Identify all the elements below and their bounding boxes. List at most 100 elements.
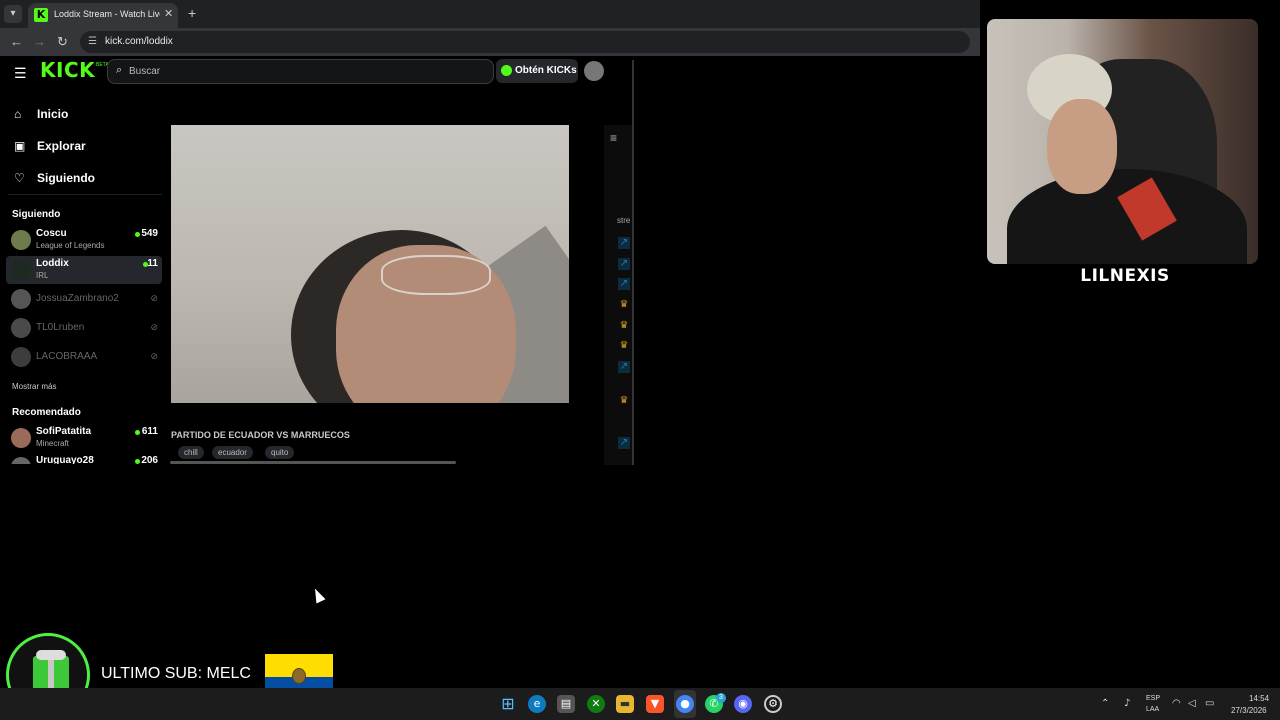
tag-chill[interactable]: chill <box>178 446 204 459</box>
get-kicks-button[interactable]: Obtén KICKs <box>496 59 578 83</box>
last-sub-text: ULTIMO SUB: MELC <box>101 665 251 682</box>
channel-uruguayo28[interactable]: Uruguayo28 206 <box>6 453 162 464</box>
tag-quito[interactable]: quito <box>265 446 295 459</box>
show-more-link[interactable]: Mostrar más <box>12 382 56 391</box>
crown-badge-icon: ♛ <box>619 320 629 331</box>
language-code[interactable]: ESP <box>1146 695 1160 702</box>
channel-name: TL0Lruben <box>36 322 85 333</box>
user-avatar[interactable] <box>584 61 604 81</box>
battery-icon[interactable]: ▭ <box>1205 698 1214 709</box>
kick-header: ☰ KICK BETA ⌕ Obtén KICKs <box>0 56 634 88</box>
close-tab-icon[interactable]: ✕ <box>164 7 173 20</box>
microphone-icon[interactable]: ♪ <box>1124 698 1130 709</box>
horizontal-scrollbar[interactable] <box>170 461 456 464</box>
vertical-scrollbar[interactable] <box>632 60 634 465</box>
channel-coscu[interactable]: Coscu League of Legends 549 <box>6 226 162 254</box>
sidebar: ⌂ Inicio ▣ Explorar ♡ Siguiendo Siguiend… <box>0 88 165 464</box>
start-icon[interactable]: ⊞ <box>499 695 517 713</box>
live-dot-icon <box>135 232 140 237</box>
avatar <box>11 260 31 280</box>
xbox-icon[interactable]: ✕ <box>587 695 605 713</box>
avatar <box>11 318 31 338</box>
channel-loddix[interactable]: Loddix IRL 11 <box>6 256 162 284</box>
browser-tab-bar: ▾ K Loddix Stream - Watch Live on Kick ✕… <box>0 0 980 28</box>
video-streamer-glasses <box>381 255 491 295</box>
omnibox[interactable]: ☰ kick.com/loddix <box>80 31 970 53</box>
browser-tab[interactable]: K Loddix Stream - Watch Live on Kick ✕ <box>28 3 178 28</box>
channel-name: Loddix <box>36 258 69 269</box>
avatar <box>11 230 31 250</box>
avatar <box>11 428 31 448</box>
viewer-count: 549 <box>141 228 158 239</box>
wifi-icon[interactable]: ◠ <box>1172 698 1181 709</box>
viewer-count: 206 <box>141 455 158 464</box>
sub-badge-icon: ↗ <box>618 278 630 290</box>
crown-badge-icon: ♛ <box>619 340 629 351</box>
compass-icon: ▣ <box>14 139 26 153</box>
channel-category: IRL <box>36 271 49 280</box>
taskbar: ⊞ e ▤ ✕ ▬ ▼ ● ✆ 3 ◉ ⚙ ⌃ ♪ ESP LAA ◠ ◁ ▭ … <box>0 688 1280 720</box>
kick-logo[interactable]: KICK <box>40 58 95 82</box>
webcam-video <box>987 19 1258 264</box>
url-text[interactable]: kick.com/loddix <box>105 36 173 47</box>
following-title: Siguiendo <box>12 209 61 220</box>
tab-title: Loddix Stream - Watch Live on Kick <box>54 9 160 19</box>
channel-name: LACOBRAAA <box>36 351 98 362</box>
channel-tl0lruben[interactable]: TL0Lruben ⊘ <box>6 314 162 342</box>
settings-icon[interactable]: ⚙ <box>764 695 782 713</box>
clock-time[interactable]: 14:54 <box>1249 694 1269 703</box>
menu-icon[interactable]: ☰ <box>14 65 27 82</box>
get-kicks-label: Obtén KICKs <box>515 65 577 76</box>
sub-badge-icon: ↗ <box>618 258 630 270</box>
chrome-icon[interactable]: ● <box>676 695 694 713</box>
live-dot-icon <box>135 459 140 464</box>
collapse-chat-icon[interactable]: ≡ <box>610 131 617 145</box>
address-bar: ← → ↻ ☰ kick.com/loddix <box>0 28 980 56</box>
keyboard-layout[interactable]: LAA <box>1146 706 1159 713</box>
chat-partial-text: stre <box>617 216 631 225</box>
brave-icon[interactable]: ▼ <box>646 695 664 713</box>
kicks-coin-icon <box>501 65 512 76</box>
forward-icon[interactable]: → <box>33 34 46 49</box>
search-box[interactable]: ⌕ <box>107 59 494 84</box>
reload-icon[interactable]: ↻ <box>57 34 68 50</box>
offline-icon: ⊘ <box>150 293 158 303</box>
channel-jossuazambrano2[interactable]: JossuaZambrano2 ⊘ <box>6 285 162 313</box>
sub-badge-icon: ↗ <box>618 361 630 373</box>
store-icon[interactable]: ▤ <box>557 695 575 713</box>
channel-sofipatatita[interactable]: SofiPatatita Minecraft 611 <box>6 424 162 452</box>
sub-badge-icon: ↗ <box>618 237 630 249</box>
video-player[interactable] <box>171 125 569 403</box>
avatar <box>11 289 31 309</box>
discord-icon[interactable]: ◉ <box>734 695 752 713</box>
nav-label: Siguiendo <box>37 171 95 185</box>
site-info-icon[interactable]: ☰ <box>88 36 97 47</box>
clock-date[interactable]: 27/3/2026 <box>1231 706 1267 715</box>
channel-name: Coscu <box>36 228 67 239</box>
channel-name: Uruguayo28 <box>36 455 94 464</box>
tab-search-button[interactable]: ▾ <box>4 5 22 23</box>
viewer-count: 611 <box>141 426 158 437</box>
home-icon: ⌂ <box>14 107 22 121</box>
channel-name: JossuaZambrano2 <box>36 293 119 304</box>
sub-badge-icon: ↗ <box>618 437 630 449</box>
folder-icon[interactable]: ▬ <box>616 695 634 713</box>
volume-icon[interactable]: ◁ <box>1188 698 1196 709</box>
webcam-name-label: LILNEXIS <box>1080 266 1170 286</box>
whatsapp-badge: 3 <box>716 693 726 703</box>
offline-icon: ⊘ <box>150 351 158 361</box>
edge-icon[interactable]: e <box>528 695 546 713</box>
heart-icon: ♡ <box>14 171 25 185</box>
live-dot-icon <box>135 430 140 435</box>
kick-favicon-icon: K <box>34 8 48 22</box>
avatar <box>11 347 31 367</box>
sidebar-divider <box>8 194 162 195</box>
stream-title: PARTIDO DE ECUADOR VS MARRUECOS <box>171 430 350 440</box>
tag-ecuador[interactable]: ecuador <box>212 446 253 459</box>
back-icon[interactable]: ← <box>10 34 23 49</box>
tray-chevron-icon[interactable]: ⌃ <box>1101 698 1109 709</box>
channel-category: League of Legends <box>36 241 105 250</box>
channel-lacobraaa[interactable]: LACOBRAAA ⊘ <box>6 343 162 371</box>
search-input[interactable] <box>129 62 479 81</box>
new-tab-icon[interactable]: + <box>188 5 196 21</box>
